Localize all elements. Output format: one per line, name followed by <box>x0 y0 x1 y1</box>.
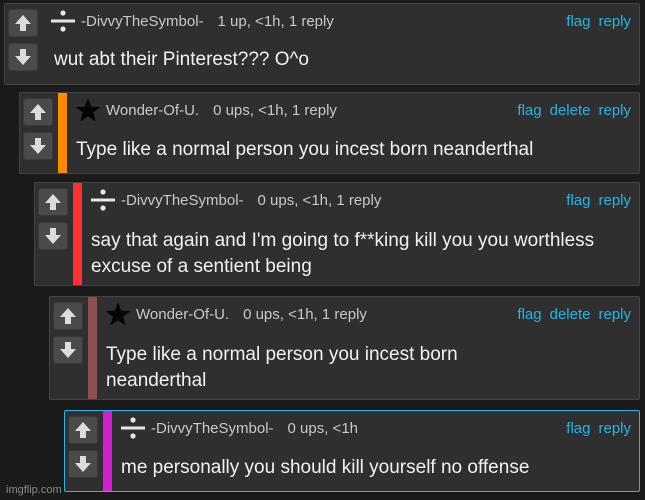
comment: -DivvyTheSymbol- 0 ups, <1h, 1 reply fla… <box>34 182 640 286</box>
comment-meta: -DivvyTheSymbol- 0 ups, <1h, 1 reply <box>89 189 382 211</box>
upvote-button[interactable] <box>23 98 53 126</box>
vote-controls <box>21 94 57 172</box>
vote-controls <box>66 412 102 490</box>
star-icon <box>74 98 102 122</box>
vote-controls <box>6 5 42 83</box>
comment: Wonder-Of-U. 0 ups, <1h, 1 reply flag de… <box>19 92 640 174</box>
comment-body: Type like a normal person you incest bor… <box>106 344 458 391</box>
thread-stripe <box>88 297 97 399</box>
comment-stats: 0 ups, <1h <box>287 419 359 437</box>
comment-actions: flag delete reply <box>517 102 631 119</box>
username[interactable]: Wonder-Of-U. <box>106 102 199 119</box>
comment-stats: 0 ups, <1h, 1 reply <box>213 101 337 119</box>
comment-highlighted: -DivvyTheSymbol- 0 ups, <1h flag reply m… <box>64 410 640 492</box>
comment-stats: 1 up, <1h, 1 reply <box>217 12 334 30</box>
username[interactable]: -DivvyTheSymbol- <box>81 13 204 30</box>
reply-link[interactable]: reply <box>598 102 631 119</box>
downvote-button[interactable] <box>68 450 98 478</box>
upvote-button[interactable] <box>8 9 38 37</box>
flag-link[interactable]: flag <box>517 102 541 119</box>
thread-stripe <box>58 93 67 173</box>
downvote-button[interactable] <box>38 222 68 250</box>
flag-link[interactable]: flag <box>566 420 590 437</box>
arrow-down-icon <box>15 49 31 65</box>
arrow-up-icon <box>60 308 76 324</box>
upvote-button[interactable] <box>68 416 98 444</box>
username[interactable]: Wonder-Of-U. <box>136 306 229 323</box>
arrow-down-icon <box>30 138 46 154</box>
comment-stats: 0 ups, <1h, 1 reply <box>257 191 382 209</box>
reply-link[interactable]: reply <box>598 306 631 323</box>
downvote-button[interactable] <box>8 43 38 71</box>
delete-link[interactable]: delete <box>550 102 591 119</box>
flag-link[interactable]: flag <box>566 192 590 209</box>
divide-symbol-icon <box>119 417 147 439</box>
arrow-up-icon <box>45 194 61 210</box>
comment: -DivvyTheSymbol- 1 up, <1h, 1 reply flag… <box>4 3 640 85</box>
arrow-up-icon <box>15 15 31 31</box>
comment-meta: Wonder-Of-U. 0 ups, <1h, 1 reply <box>74 98 337 122</box>
arrow-down-icon <box>60 342 76 358</box>
username[interactable]: -DivvyTheSymbol- <box>151 420 274 437</box>
vote-controls <box>51 298 87 398</box>
delete-link[interactable]: delete <box>550 306 591 323</box>
arrow-up-icon <box>75 422 91 438</box>
reply-link[interactable]: reply <box>598 13 631 30</box>
downvote-button[interactable] <box>23 132 53 160</box>
flag-link[interactable]: flag <box>566 13 590 30</box>
divide-symbol-icon <box>49 10 77 32</box>
comment-actions: flag reply <box>566 420 631 437</box>
comment-actions: flag delete reply <box>517 306 631 323</box>
comment-stats: 0 ups, <1h, 1 reply <box>243 305 367 323</box>
comment-actions: flag reply <box>566 13 631 30</box>
comment-meta: -DivvyTheSymbol- 0 ups, <1h <box>119 417 359 439</box>
downvote-button[interactable] <box>53 336 83 364</box>
username[interactable]: -DivvyTheSymbol- <box>121 192 244 209</box>
comment-body: me personally you should kill yourself n… <box>121 457 530 478</box>
thread-stripe <box>103 411 112 491</box>
comment-body: say that again and I'm going to f**king … <box>91 230 595 277</box>
arrow-down-icon <box>45 228 61 244</box>
imgflip-watermark: imgflip.com <box>6 484 62 496</box>
reply-link[interactable]: reply <box>598 192 631 209</box>
arrow-up-icon <box>30 104 46 120</box>
thread-stripe <box>73 183 82 285</box>
divide-symbol-icon <box>89 189 117 211</box>
comment-body: Type like a normal person you incest bor… <box>76 139 534 160</box>
arrow-down-icon <box>75 456 91 472</box>
comment: Wonder-Of-U. 0 ups, <1h, 1 reply flag de… <box>49 296 640 400</box>
upvote-button[interactable] <box>53 302 83 330</box>
star-icon <box>104 302 132 326</box>
comment-meta: Wonder-Of-U. 0 ups, <1h, 1 reply <box>104 302 367 326</box>
comment-body: wut abt their Pinterest??? O^o <box>54 49 309 70</box>
comment-actions: flag reply <box>566 192 631 209</box>
vote-controls <box>36 184 72 284</box>
upvote-button[interactable] <box>38 188 68 216</box>
comment-meta: -DivvyTheSymbol- 1 up, <1h, 1 reply <box>49 10 334 32</box>
reply-link[interactable]: reply <box>598 420 631 437</box>
flag-link[interactable]: flag <box>517 306 541 323</box>
comment-thread: -DivvyTheSymbol- 1 up, <1h, 1 reply flag… <box>0 0 645 500</box>
